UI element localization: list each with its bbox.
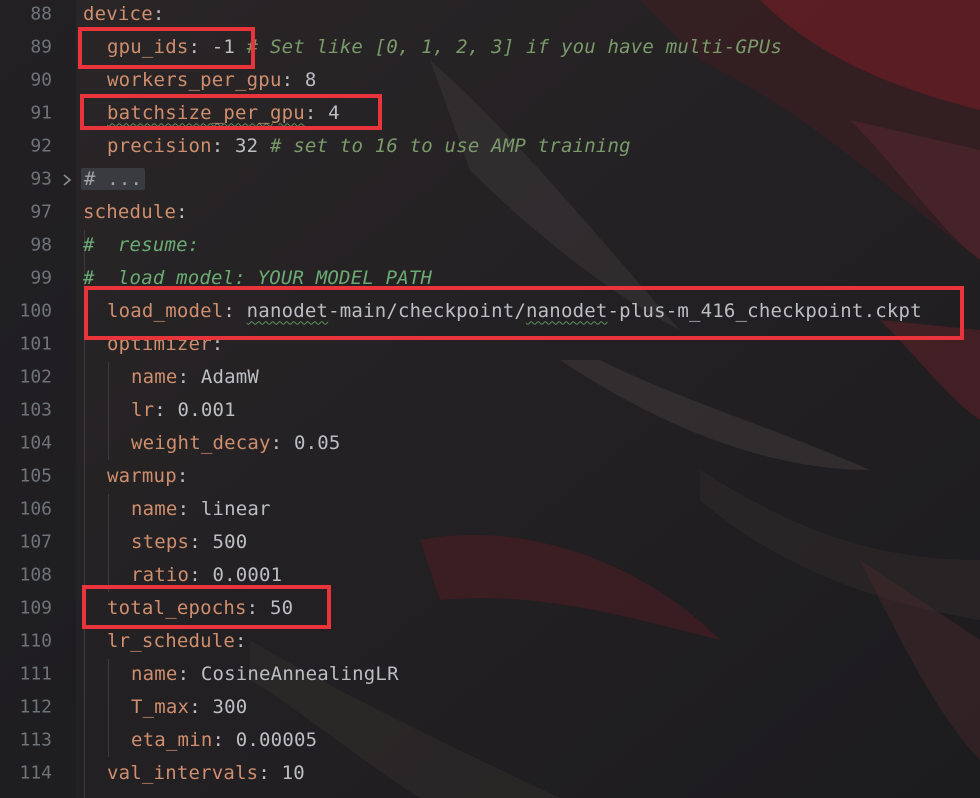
line-number: 104: [19, 432, 52, 453]
code-editor[interactable]: 88 device: 89 gpu_ids: -1 # Set like [0,…: [0, 0, 980, 798]
code-text: load_model: nanodet-main/checkpoint/nano…: [107, 299, 922, 322]
code-line[interactable]: 100 load_model: nanodet-main/checkpoint/…: [0, 294, 980, 327]
code-text: gpu_ids: -1 # Set like [0, 1, 2, 3] if y…: [107, 35, 783, 58]
chevron-right-icon[interactable]: [62, 172, 72, 186]
code-line[interactable]: 99 # load_model: YOUR_MODEL_PATH: [0, 261, 980, 294]
code-line[interactable]: 107 steps: 500: [0, 525, 980, 558]
code-text: device:: [83, 2, 165, 25]
line-number: 93: [30, 168, 52, 189]
code-line[interactable]: 110 lr_schedule:: [0, 624, 980, 657]
collapsed-region[interactable]: # ...: [81, 167, 146, 190]
code-text: ratio: 0.0001: [131, 563, 283, 586]
code-line[interactable]: 109 total_epochs: 50: [0, 591, 980, 624]
line-number: 109: [19, 597, 52, 618]
code-line[interactable]: 103 lr: 0.001: [0, 393, 980, 426]
code-line[interactable]: 93 # ...: [0, 162, 980, 195]
code-line[interactable]: 91 batchsize_per_gpu: 4: [0, 96, 980, 129]
code-line[interactable]: 88 device:: [0, 0, 980, 30]
code-line[interactable]: 90 workers_per_gpu: 8: [0, 63, 980, 96]
line-number: 101: [19, 333, 52, 354]
line-number: 99: [30, 267, 52, 288]
code-text: eta_min: 0.00005: [131, 728, 318, 751]
code-line[interactable]: 92 precision: 32 # set to 16 to use AMP …: [0, 129, 980, 162]
code-text: name: linear: [131, 497, 271, 520]
code-line[interactable]: 105 warmup:: [0, 459, 980, 492]
line-number: 102: [19, 366, 52, 387]
line-number: 112: [19, 696, 52, 717]
line-number: 103: [19, 399, 52, 420]
code-text: warmup:: [107, 464, 189, 487]
code-line[interactable]: 112 T_max: 300: [0, 690, 980, 723]
code-text: batchsize_per_gpu: 4: [107, 101, 340, 124]
line-number: 92: [30, 135, 52, 156]
code-line[interactable]: 108 ratio: 0.0001: [0, 558, 980, 591]
code-text: precision: 32 # set to 16 to use AMP tra…: [107, 134, 631, 157]
code-line[interactable]: 101 optimizer:: [0, 327, 980, 360]
line-number: 90: [30, 69, 52, 90]
code-line[interactable]: 113 eta_min: 0.00005: [0, 723, 980, 756]
code-line[interactable]: 111 name: CosineAnnealingLR: [0, 657, 980, 690]
code-text: name: CosineAnnealingLR: [131, 662, 399, 685]
code-text: # load_model: YOUR_MODEL_PATH: [83, 266, 433, 289]
code-text: optimizer:: [107, 332, 224, 355]
line-number: 89: [30, 36, 52, 57]
code-text: # resume:: [83, 233, 200, 256]
code-text: total_epochs: 50: [107, 596, 294, 619]
code-text: val_intervals: 10: [107, 761, 305, 784]
line-number: 88: [30, 3, 52, 24]
code-text: weight_decay: 0.05: [131, 431, 341, 454]
line-number: 110: [19, 630, 52, 651]
line-number: 98: [30, 234, 52, 255]
code-text: schedule:: [83, 200, 188, 223]
line-number: 106: [19, 498, 52, 519]
code-line[interactable]: 97 schedule:: [0, 195, 980, 228]
line-number: 105: [19, 465, 52, 486]
line-number: 100: [19, 300, 52, 321]
line-number: 97: [30, 201, 52, 222]
code-text: steps: 500: [131, 530, 248, 553]
line-number: 111: [19, 663, 52, 684]
line-number: 113: [19, 729, 52, 750]
line-number: 91: [30, 102, 52, 123]
line-number: 114: [19, 762, 52, 783]
code-text: T_max: 300: [131, 695, 248, 718]
code-line[interactable]: 114 val_intervals: 10: [0, 756, 980, 789]
code-line[interactable]: 98 # resume:: [0, 228, 980, 261]
code-text: lr: 0.001: [131, 398, 236, 421]
code-text: workers_per_gpu: 8: [107, 68, 317, 91]
code-line[interactable]: 89 gpu_ids: -1 # Set like [0, 1, 2, 3] i…: [0, 30, 980, 63]
code-line[interactable]: 102 name: AdamW: [0, 360, 980, 393]
code-line[interactable]: 106 name: linear: [0, 492, 980, 525]
line-number: 108: [19, 564, 52, 585]
code-text: lr_schedule:: [107, 629, 247, 652]
code-line[interactable]: 104 weight_decay: 0.05: [0, 426, 980, 459]
code-text: name: AdamW: [131, 365, 260, 388]
line-number: 107: [19, 531, 52, 552]
